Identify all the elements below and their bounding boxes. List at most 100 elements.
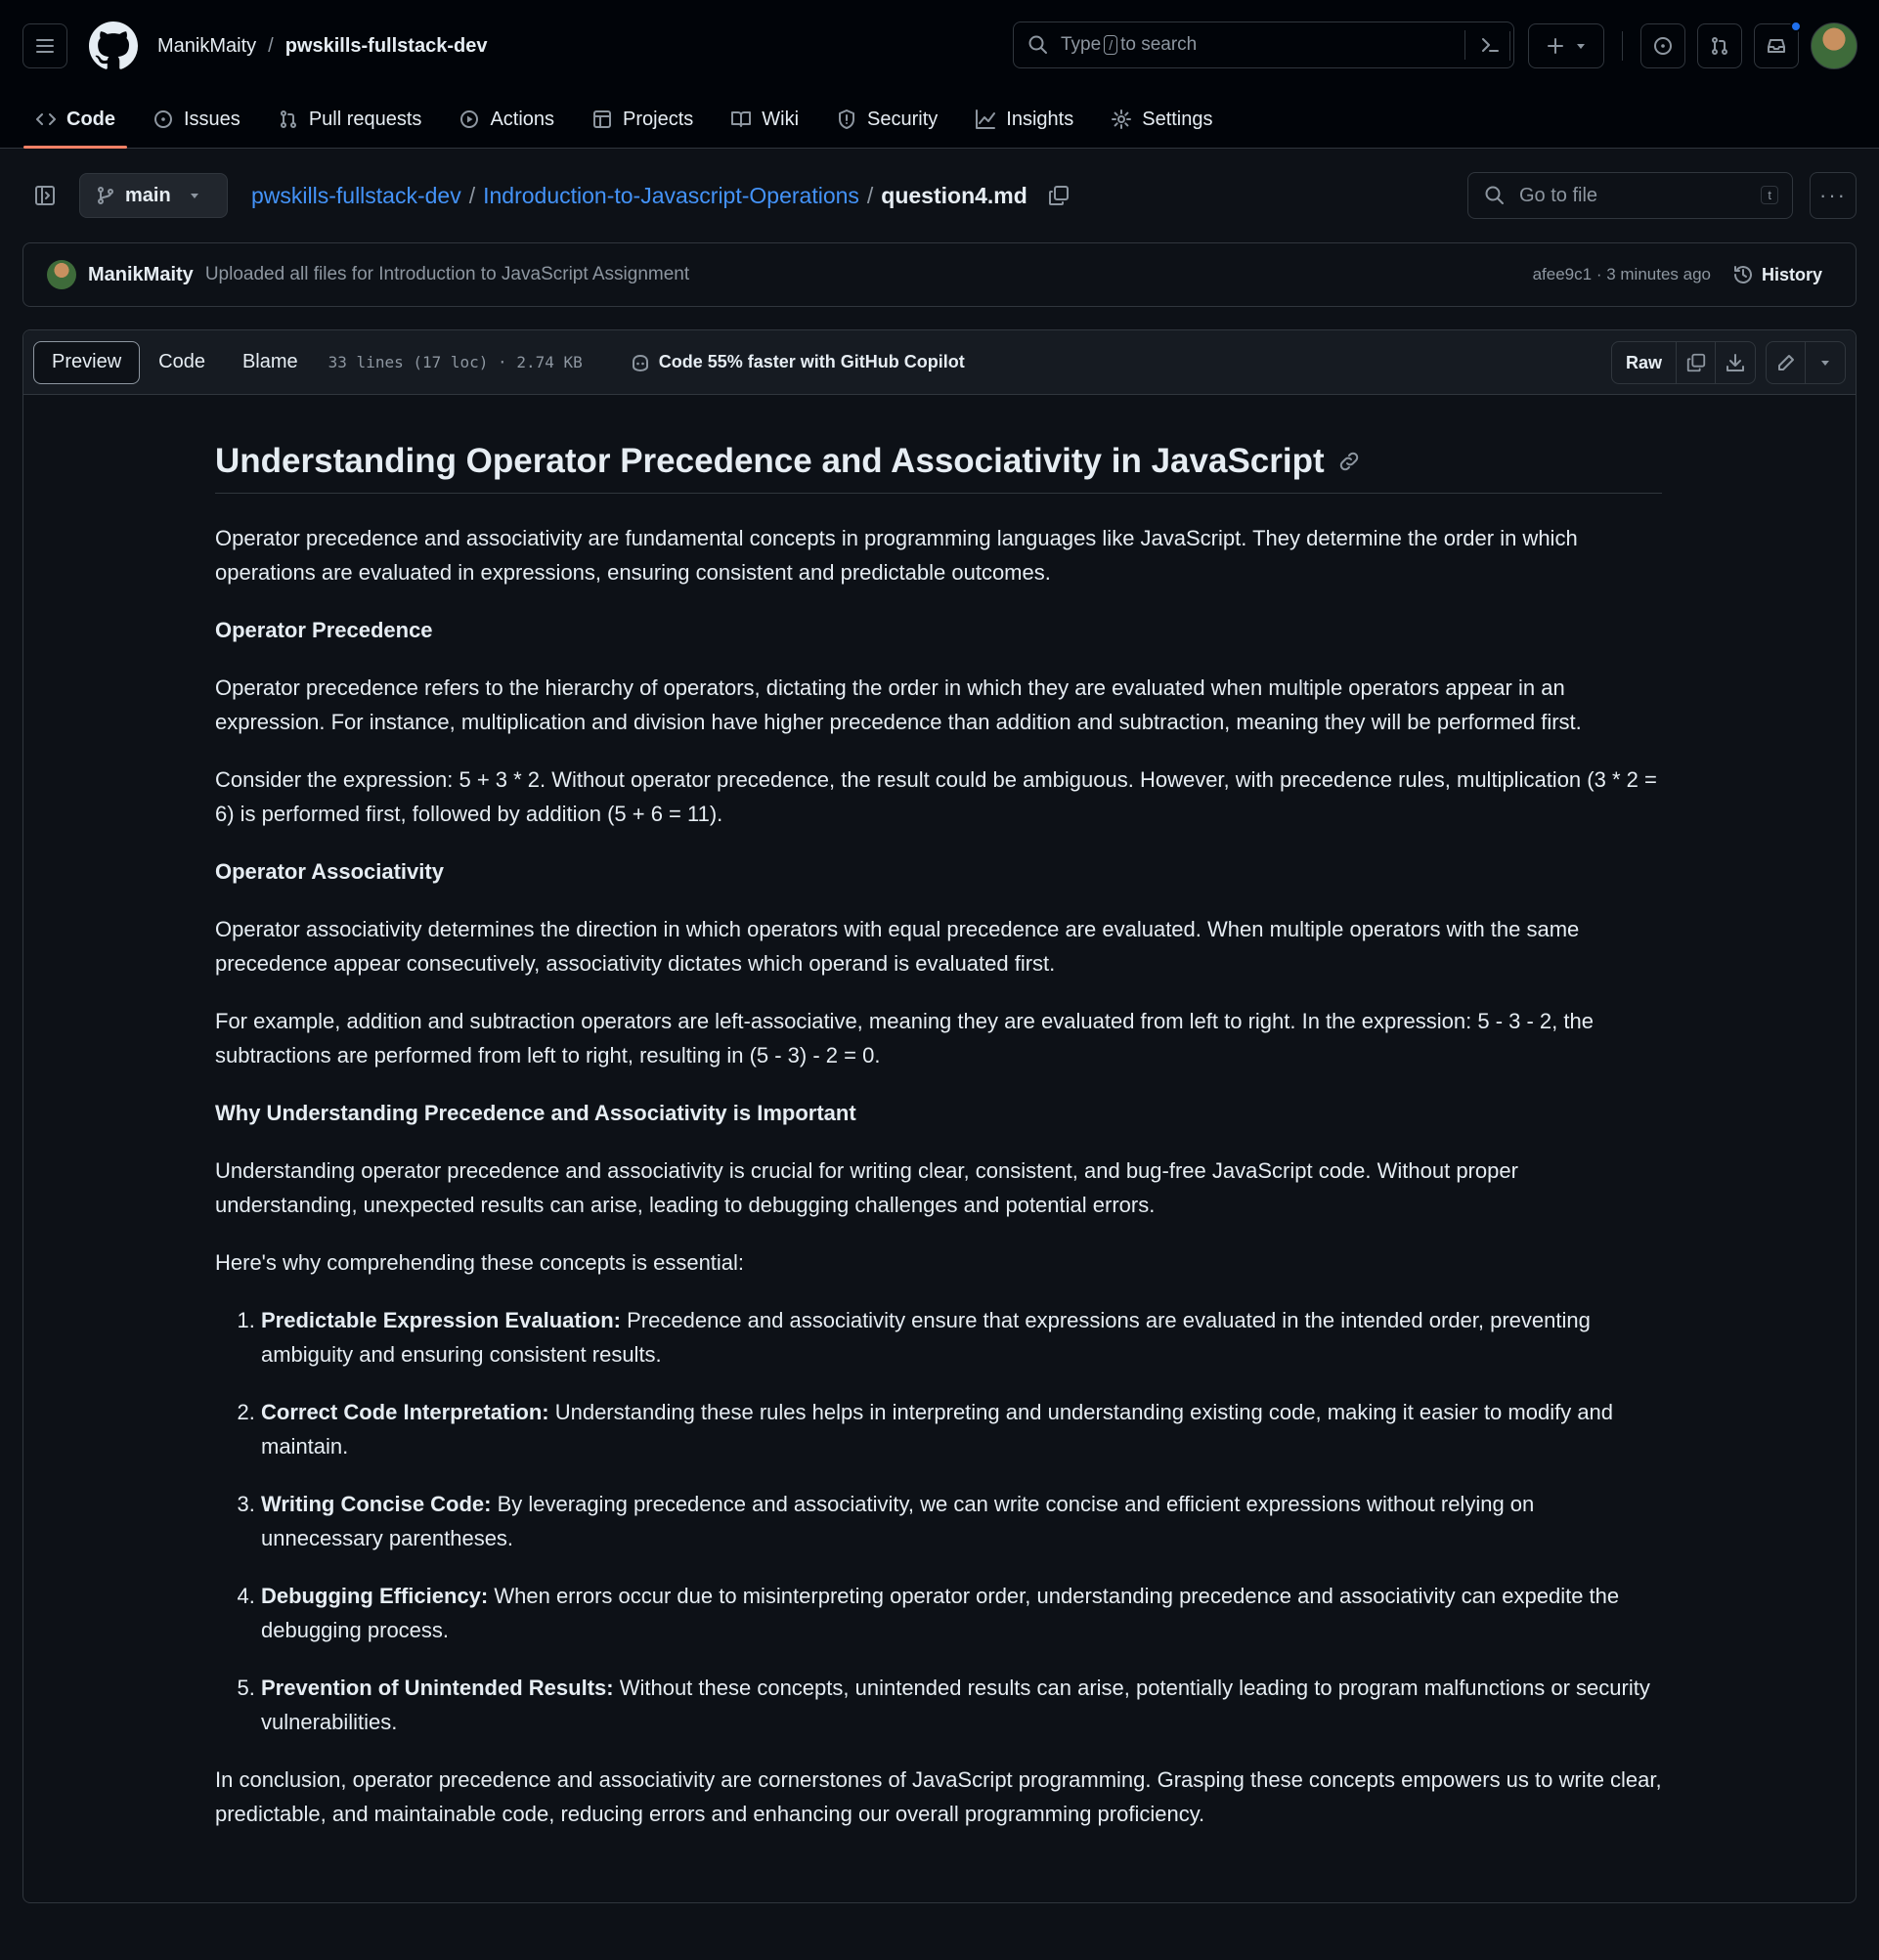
download-icon bbox=[1726, 354, 1744, 371]
divider bbox=[1509, 31, 1510, 61]
user-avatar[interactable] bbox=[1811, 22, 1857, 69]
view-code-button[interactable]: Code bbox=[140, 341, 224, 384]
file-path-breadcrumb: pwskills-fullstack-dev / Indroduction-to… bbox=[251, 183, 1071, 209]
issues-button[interactable] bbox=[1640, 23, 1685, 68]
document-title-text: Understanding Operator Precedence and As… bbox=[215, 442, 1325, 480]
paragraph: Understanding operator precedence and as… bbox=[215, 1158, 1518, 1217]
path-folder-link[interactable]: Indroduction-to-Javascript-Operations bbox=[483, 183, 859, 209]
search-icon bbox=[1028, 35, 1047, 54]
view-blame-button[interactable]: Blame bbox=[224, 341, 317, 384]
breadcrumb-separator: / bbox=[268, 34, 274, 57]
issue-icon bbox=[1654, 37, 1672, 55]
tab-projects[interactable]: Projects bbox=[580, 91, 705, 148]
git-branch-icon bbox=[98, 187, 113, 204]
copilot-promo-text: Code 55% faster with GitHub Copilot bbox=[658, 352, 965, 371]
create-new-button[interactable] bbox=[1528, 23, 1604, 68]
pull-requests-button[interactable] bbox=[1697, 23, 1742, 68]
list-item-term: Prevention of Unintended Results: bbox=[261, 1676, 614, 1700]
tab-wiki[interactable]: Wiki bbox=[719, 91, 810, 148]
tab-label: Actions bbox=[490, 108, 555, 130]
copy-icon bbox=[1048, 186, 1069, 205]
file-viewer: Preview Code Blame 33 lines (17 loc) · 2… bbox=[22, 329, 1857, 1903]
copilot-promo-link[interactable]: Code 55% faster with GitHub Copilot bbox=[630, 352, 965, 373]
intro-paragraph: Operator precedence and associativity ar… bbox=[215, 526, 1578, 585]
edit-file-button[interactable] bbox=[1767, 342, 1806, 383]
tab-security[interactable]: Security bbox=[824, 91, 949, 148]
code-icon bbox=[36, 113, 56, 125]
repo-link[interactable]: pwskills-fullstack-dev bbox=[285, 35, 488, 58]
github-logo-icon[interactable] bbox=[89, 22, 138, 70]
owner-link[interactable]: ManikMaity bbox=[157, 35, 256, 58]
go-to-file-input[interactable]: Go to file t bbox=[1467, 172, 1793, 219]
play-icon bbox=[460, 110, 479, 128]
search-icon bbox=[1485, 186, 1504, 204]
tab-issues[interactable]: Issues bbox=[141, 91, 252, 148]
tab-pull-requests[interactable]: Pull requests bbox=[266, 91, 434, 148]
tab-code[interactable]: Code bbox=[23, 91, 127, 149]
section-heading: Operator Precedence bbox=[215, 618, 433, 642]
commit-author[interactable]: ManikMaity bbox=[88, 264, 194, 286]
search-shortcut-key: / bbox=[1104, 35, 1118, 55]
repo-breadcrumb: ManikMaity / pwskills-fullstack-dev bbox=[157, 35, 487, 58]
shield-icon bbox=[839, 109, 855, 129]
search-suffix: to search bbox=[1120, 34, 1198, 55]
tab-label: Code bbox=[66, 108, 115, 130]
copilot-icon bbox=[632, 354, 648, 371]
list-item: Prevention of Unintended Results: Withou… bbox=[261, 1671, 1662, 1739]
divider bbox=[1622, 31, 1623, 61]
raw-actions-group: Raw bbox=[1610, 341, 1756, 384]
copy-raw-button[interactable] bbox=[1677, 342, 1716, 383]
pull-request-icon bbox=[1712, 37, 1727, 55]
caret-down-icon bbox=[190, 194, 198, 198]
conclusion-paragraph: In conclusion, operator precedence and a… bbox=[215, 1767, 1662, 1826]
path-repo-link[interactable]: pwskills-fullstack-dev bbox=[251, 183, 461, 209]
paragraph: Consider the expression: 5 + 3 * 2. With… bbox=[215, 767, 1657, 826]
tab-label: Issues bbox=[184, 108, 240, 130]
menu-button[interactable] bbox=[22, 23, 67, 68]
paragraph: Operator precedence refers to the hierar… bbox=[215, 675, 1582, 734]
branch-selector[interactable]: main bbox=[79, 173, 228, 218]
document-title: Understanding Operator Precedence and As… bbox=[215, 440, 1662, 494]
more-options-button[interactable]: ··· bbox=[1810, 172, 1857, 219]
download-button[interactable] bbox=[1716, 342, 1755, 383]
repo-tabs: Code Issues Pull requests Actions Projec… bbox=[23, 91, 1239, 149]
link-icon[interactable] bbox=[1338, 451, 1360, 472]
tab-actions[interactable]: Actions bbox=[447, 91, 566, 148]
global-search-input[interactable]: Type / to search bbox=[1013, 22, 1514, 68]
inbox-button[interactable] bbox=[1754, 21, 1802, 68]
toggle-file-tree-button[interactable] bbox=[22, 173, 67, 218]
graph-icon bbox=[976, 109, 996, 129]
reasons-list: Predictable Expression Evaluation: Prece… bbox=[215, 1303, 1662, 1739]
edit-options-button[interactable] bbox=[1806, 342, 1845, 383]
file-navigation: main pwskills-fullstack-dev / Indroducti… bbox=[0, 149, 1879, 242]
commit-meta[interactable]: afee9c1 · 3 minutes ago bbox=[1533, 265, 1711, 284]
list-item: Predictable Expression Evaluation: Prece… bbox=[261, 1303, 1662, 1372]
notification-dot bbox=[1790, 21, 1802, 32]
file-stats: 33 lines (17 loc) · 2.74 KB bbox=[328, 353, 583, 371]
tab-label: Security bbox=[867, 108, 939, 130]
view-preview-button[interactable]: Preview bbox=[33, 340, 141, 384]
tab-label: Projects bbox=[623, 108, 694, 130]
kebab-icon: ··· bbox=[1819, 183, 1847, 207]
history-button[interactable]: History bbox=[1732, 264, 1822, 285]
hamburger-icon bbox=[36, 39, 54, 53]
pull-request-icon bbox=[280, 110, 296, 128]
raw-button[interactable]: Raw bbox=[1612, 342, 1677, 383]
list-item-term: Debugging Efficiency: bbox=[261, 1584, 489, 1608]
author-avatar[interactable] bbox=[47, 260, 76, 289]
list-item: Correct Code Interpretation: Understandi… bbox=[261, 1395, 1662, 1463]
commit-message[interactable]: Uploaded all files for Introduction to J… bbox=[205, 264, 689, 285]
issue-icon bbox=[154, 110, 172, 128]
copy-path-button[interactable] bbox=[1047, 184, 1071, 207]
top-bar: ManikMaity / pwskills-fullstack-dev Type… bbox=[0, 0, 1879, 92]
caret-down-icon bbox=[1821, 361, 1829, 366]
list-item-term: Correct Code Interpretation: bbox=[261, 1400, 549, 1424]
list-item-term: Predictable Expression Evaluation: bbox=[261, 1308, 622, 1332]
section-heading: Why Understanding Precedence and Associa… bbox=[215, 1101, 856, 1125]
latest-commit-bar: ManikMaity Uploaded all files for Introd… bbox=[22, 242, 1857, 307]
markdown-body: Understanding Operator Precedence and As… bbox=[215, 440, 1662, 1854]
header-actions bbox=[1504, 21, 1857, 69]
plus-icon bbox=[1548, 38, 1563, 54]
tab-settings[interactable]: Settings bbox=[1099, 91, 1224, 148]
tab-insights[interactable]: Insights bbox=[963, 91, 1085, 148]
